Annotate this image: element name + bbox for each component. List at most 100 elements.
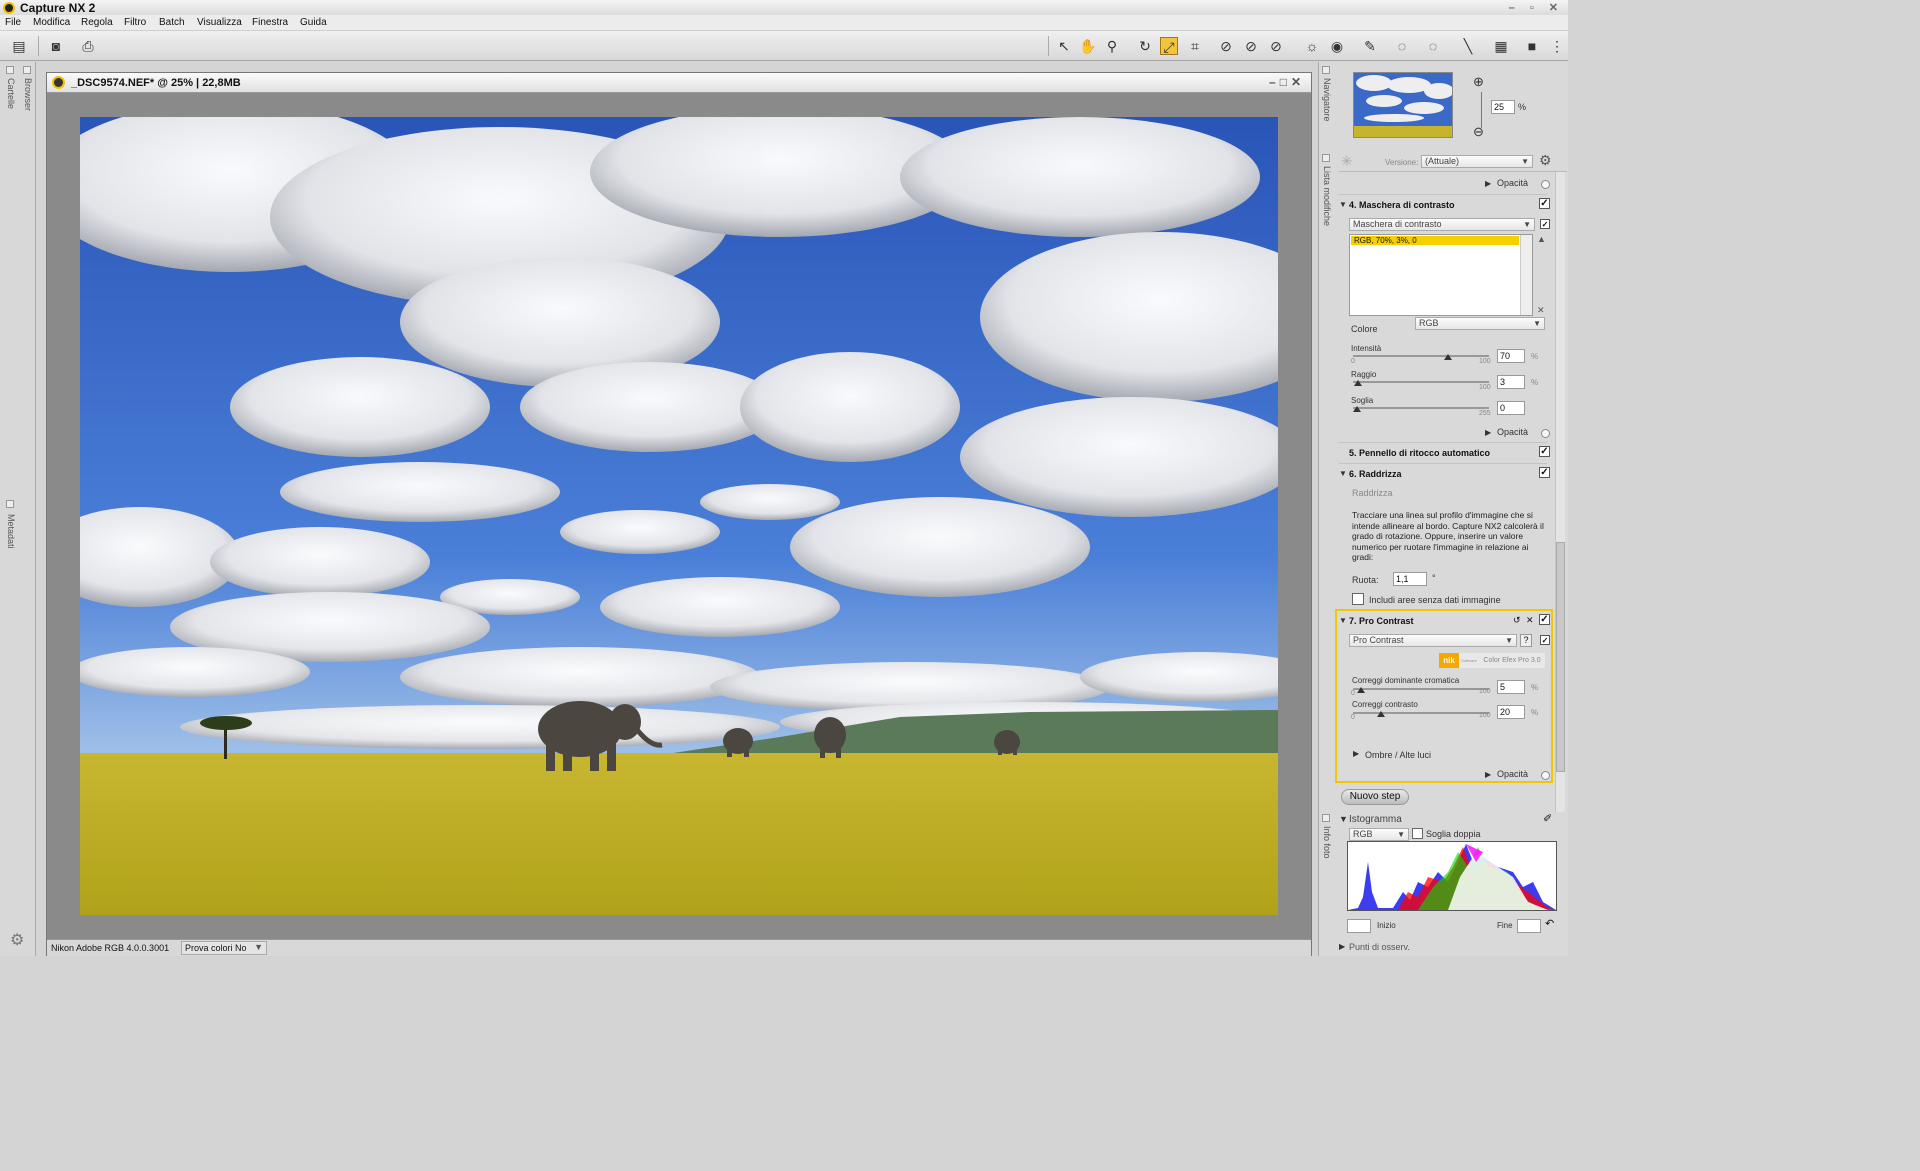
hand-icon[interactable]: ✋ <box>1079 37 1097 55</box>
step-7-filter-checkbox[interactable]: ✓ <box>1540 635 1550 645</box>
eyedropper-icon[interactable]: ✐ <box>1543 812 1552 825</box>
step-6-enable-checkbox[interactable]: ✓ <box>1539 467 1550 478</box>
expand-arrow-icon[interactable]: ▶ <box>1339 942 1345 951</box>
contrast-input[interactable]: 20 <box>1497 705 1525 719</box>
capture-icon[interactable]: ◙ <box>47 37 65 55</box>
step-5-header[interactable]: 5. Pennello di ritocco automatico <box>1339 442 1547 462</box>
radius-slider[interactable] <box>1353 381 1489 383</box>
threshold-slider[interactable] <box>1353 407 1489 409</box>
new-step-button[interactable]: Nuovo step <box>1341 789 1409 805</box>
collapse-arrow-icon[interactable]: ▼ <box>1339 814 1348 824</box>
rotate-input[interactable]: 1,1 <box>1393 572 1427 586</box>
navigator-toggle[interactable] <box>1322 66 1330 74</box>
menu-guida[interactable]: Guida <box>300 17 327 28</box>
reset-icon[interactable]: ↺ <box>1513 615 1521 626</box>
opacity-label[interactable]: Opacità <box>1497 769 1528 779</box>
color-control-point-icon[interactable]: ◌ <box>1393 37 1411 55</box>
double-threshold-checkbox[interactable] <box>1412 828 1423 839</box>
straighten-icon[interactable]: ⤢ <box>1160 37 1178 55</box>
expand-arrow-icon[interactable]: ▶ <box>1353 749 1359 758</box>
watch-points-label[interactable]: Punti di osserv. <box>1349 942 1410 952</box>
intensity-input[interactable]: 70 <box>1497 349 1525 363</box>
expand-arrow-icon[interactable]: ▶ <box>1485 770 1491 779</box>
color-cast-slider-thumb[interactable] <box>1357 687 1365 693</box>
opacity-label[interactable]: Opacità <box>1497 427 1528 437</box>
tab-lista-modifiche[interactable]: Lista modifiche <box>1322 166 1332 226</box>
window-controls[interactable]: – ▫ ✕ <box>1509 1 1564 14</box>
step-4-filter-select[interactable]: Maschera di contrasto ▼ <box>1349 218 1535 231</box>
include-empty-checkbox[interactable] <box>1352 593 1364 605</box>
tab-metadati[interactable]: Metadati <box>6 514 16 549</box>
color-cast-slider[interactable] <box>1353 688 1489 690</box>
delete-icon[interactable]: ✕ <box>1526 615 1534 626</box>
photo-canvas[interactable] <box>80 117 1278 915</box>
info-toggle[interactable] <box>1322 814 1330 822</box>
color-cast-input[interactable]: 5 <box>1497 680 1525 694</box>
opacity-toggle[interactable] <box>1541 429 1550 438</box>
intensity-slider[interactable] <box>1353 355 1489 357</box>
edit-list-toggle[interactable] <box>1322 154 1330 162</box>
scrollbar-thumb[interactable] <box>1556 542 1565 772</box>
retouch-brush-icon[interactable]: ✎ <box>1361 37 1379 55</box>
contrast-slider[interactable] <box>1353 712 1489 714</box>
color-select[interactable]: RGB ▼ <box>1415 317 1545 330</box>
opacity-toggle[interactable] <box>1541 180 1550 189</box>
step-4-enable-checkbox[interactable]: ✓ <box>1539 198 1550 209</box>
intensity-slider-thumb[interactable] <box>1444 354 1452 360</box>
help-button[interactable]: ? <box>1520 634 1532 647</box>
step-4-filter-checkbox[interactable]: ✓ <box>1540 219 1550 229</box>
step-5-enable-checkbox[interactable]: ✓ <box>1539 446 1550 457</box>
cartelle-toggle[interactable] <box>6 66 14 74</box>
step-7-enable-checkbox[interactable]: ✓ <box>1539 614 1550 625</box>
zoom-out-icon[interactable]: ⊖ <box>1473 124 1484 140</box>
tab-info-foto[interactable]: Info foto <box>1322 826 1332 859</box>
step-4-parameter-list[interactable]: RGB, 70%, 3%, 0 <box>1349 234 1533 316</box>
red-eye-icon[interactable]: ☼ <box>1303 37 1321 55</box>
workspace-icon[interactable]: ▤ <box>10 37 28 55</box>
metadati-toggle[interactable] <box>6 500 14 508</box>
expand-arrow-icon[interactable]: ▶ <box>1485 179 1491 188</box>
histogram-graph[interactable] <box>1347 841 1557 911</box>
direct-select-icon[interactable]: ↖ <box>1055 37 1073 55</box>
step-7-filter-select[interactable]: Pro Contrast ▼ <box>1349 634 1517 647</box>
neutral-point-icon[interactable]: ⊘ <box>1242 37 1260 55</box>
step-6-header[interactable]: ▼ 6. Raddrizza <box>1339 463 1547 483</box>
rotate-icon[interactable]: ↻ <box>1136 37 1154 55</box>
histogram-start-input[interactable] <box>1347 919 1371 933</box>
list-scrollbar[interactable] <box>1520 235 1532 315</box>
histogram-end-input[interactable] <box>1517 919 1541 933</box>
step-4-header[interactable]: ▼ 4. Maschera di contrasto <box>1339 194 1547 214</box>
histogram-channel-select[interactable]: RGB ▼ <box>1349 828 1409 841</box>
menu-batch[interactable]: Batch <box>159 17 185 28</box>
reset-icon[interactable]: ↶ <box>1545 917 1554 930</box>
threshold-slider-thumb[interactable] <box>1353 406 1361 412</box>
zoom-icon[interactable]: ⚲ <box>1103 37 1121 55</box>
scroll-up-icon[interactable]: ▲ <box>1537 234 1546 244</box>
white-point-icon[interactable]: ⊘ <box>1267 37 1285 55</box>
tab-browser[interactable]: Browser <box>23 78 33 111</box>
more-tools-icon[interactable]: ⋮ <box>1548 37 1566 55</box>
settings-gear-icon[interactable]: ⚙ <box>1539 152 1552 169</box>
soft-proof-toggle[interactable]: Prova colori No ▼ <box>181 941 267 955</box>
browser-toggle[interactable] <box>23 66 31 74</box>
document-window-controls[interactable]: –□✕ <box>1269 75 1305 89</box>
edit-list-scrollbar[interactable] <box>1555 172 1565 812</box>
menu-file[interactable]: File <box>5 17 21 28</box>
opacity-label[interactable]: Opacità <box>1497 178 1528 188</box>
radius-slider-thumb[interactable] <box>1354 380 1362 386</box>
fill-icon[interactable]: ■ <box>1523 37 1541 55</box>
expand-arrow-icon[interactable]: ▶ <box>1485 428 1491 437</box>
tab-cartelle[interactable]: Cartelle <box>6 78 16 109</box>
zoom-slider[interactable] <box>1481 92 1482 128</box>
menu-filtro[interactable]: Filtro <box>124 17 146 28</box>
gradient-icon[interactable]: ▦ <box>1492 37 1510 55</box>
opacity-toggle[interactable] <box>1541 771 1550 780</box>
navigator-thumbnail[interactable] <box>1353 72 1453 138</box>
radius-input[interactable]: 3 <box>1497 375 1525 389</box>
menu-modifica[interactable]: Modifica <box>33 17 70 28</box>
tab-navigatore[interactable]: Navigatore <box>1322 78 1332 122</box>
version-select[interactable]: (Attuale) ▼ <box>1421 155 1533 168</box>
settings-gear-icon[interactable]: ⚙ <box>10 930 24 950</box>
contrast-slider-thumb[interactable] <box>1377 711 1385 717</box>
selection-control-point-icon[interactable]: ◌ <box>1424 37 1442 55</box>
